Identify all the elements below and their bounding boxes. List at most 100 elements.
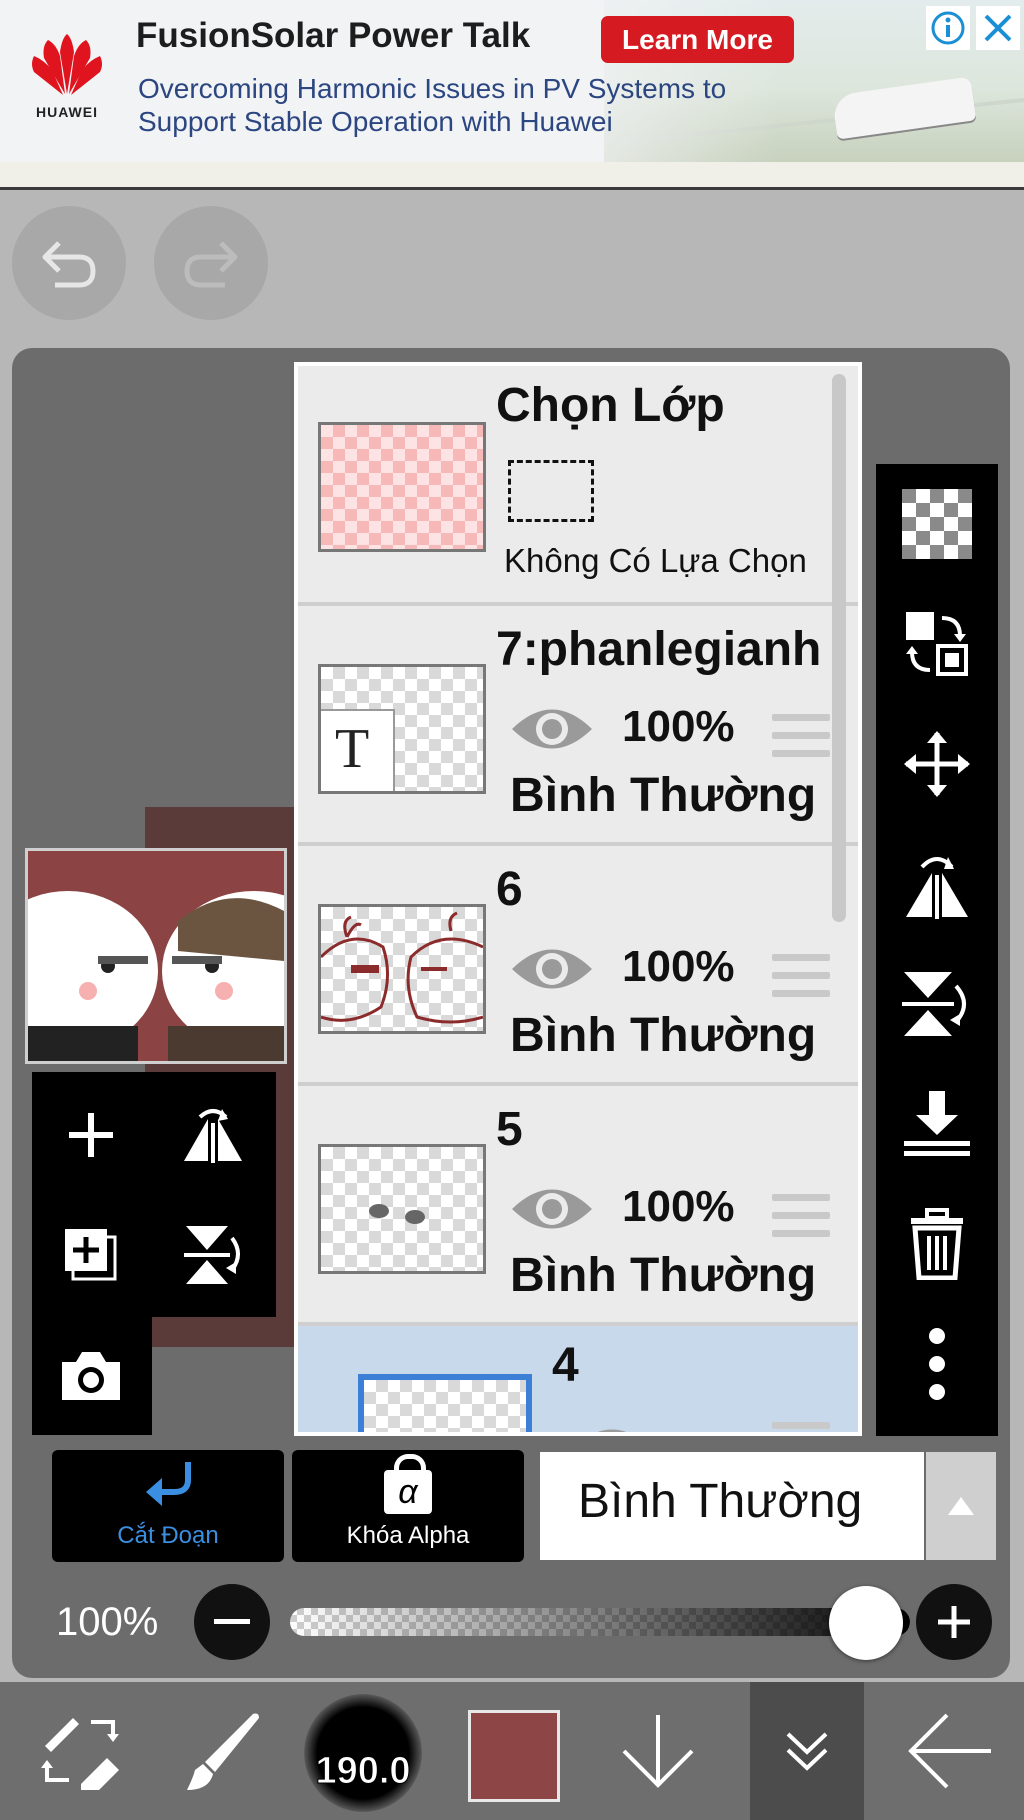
- selection-layer-row[interactable]: Chọn Lớp Không Có Lựa Chọn: [298, 366, 858, 606]
- redo-icon: [184, 241, 238, 288]
- move-button[interactable]: [876, 704, 998, 824]
- alpha-lock-label: Khóa Alpha: [346, 1522, 470, 1549]
- selection-title: Chọn Lớp: [496, 379, 725, 432]
- blend-mode-dropdown-button[interactable]: [926, 1452, 996, 1560]
- swap-layer-button[interactable]: [876, 584, 998, 704]
- visibility-eye-icon[interactable]: [510, 1182, 594, 1236]
- move-icon: [904, 731, 970, 797]
- clipping-icon: [146, 1462, 191, 1506]
- brand-wordmark: HUAWEI: [36, 104, 98, 120]
- selection-status: Không Có Lựa Chọn: [504, 542, 807, 579]
- alpha-lock-button[interactable]: α Khóa Alpha: [292, 1450, 524, 1562]
- drag-handle-icon[interactable]: [772, 1422, 830, 1432]
- back-button[interactable]: [890, 1682, 1010, 1820]
- tool-swap-button[interactable]: [20, 1682, 140, 1820]
- layer-opacity: 100%: [622, 1182, 735, 1231]
- layers-panel-toggle-icon-wrap: [750, 1682, 864, 1820]
- drag-handle-icon[interactable]: [772, 1194, 830, 1246]
- layer-opacity: 100%: [622, 942, 735, 991]
- layer-thumbnail: [358, 1374, 532, 1432]
- artwork-preview: [28, 851, 284, 1061]
- more-icon: [929, 1328, 945, 1400]
- flip-horizontal-button[interactable]: [876, 824, 998, 944]
- learn-more-button[interactable]: Learn More: [601, 16, 794, 63]
- opacity-increase-button[interactable]: [916, 1584, 992, 1660]
- divider: [0, 187, 1024, 190]
- layer-row[interactable]: 5 100% Bình Thường: [298, 1086, 858, 1326]
- info-icon[interactable]: [926, 6, 970, 50]
- swap-layer-icon: [906, 612, 968, 676]
- clipping-label: Cắt Đoạn: [117, 1522, 219, 1549]
- arrow-down-icon: [622, 1715, 694, 1788]
- flip-horizontal-left-button[interactable]: [158, 1080, 268, 1190]
- flip-vertical-icon: [902, 972, 966, 1036]
- left-toolbar: [32, 1072, 276, 1317]
- trash-icon: [911, 1208, 963, 1280]
- visibility-eye-icon[interactable]: [510, 942, 594, 996]
- caret-up-icon: [948, 1497, 974, 1515]
- double-chevron-down-icon: [786, 1732, 828, 1771]
- more-options-button[interactable]: [876, 1304, 998, 1424]
- camera-icon: [62, 1352, 120, 1400]
- left-toolbar-bottom: [32, 1317, 152, 1435]
- layer-blend-mode: Bình Thường: [510, 1009, 817, 1062]
- canvas-preview[interactable]: [25, 848, 287, 1064]
- layer-row-selected[interactable]: 4: [298, 1326, 858, 1432]
- merge-down-button[interactable]: [876, 1064, 998, 1184]
- add-layer-button[interactable]: [36, 1080, 146, 1190]
- layer-name: 6: [496, 863, 523, 916]
- ad-title: FusionSolar Power Talk: [136, 16, 531, 55]
- color-swatch-button[interactable]: [468, 1710, 560, 1802]
- blend-mode-value: Bình Thường: [578, 1475, 863, 1528]
- camera-button[interactable]: [36, 1321, 146, 1431]
- brush-icon: [187, 1713, 259, 1790]
- right-toolbar: [876, 464, 998, 1436]
- layer-row[interactable]: T 7:phanlegianh 100% Bình Thường: [298, 606, 858, 846]
- clipping-button[interactable]: Cắt Đoạn: [52, 1450, 284, 1562]
- redo-button[interactable]: [154, 206, 268, 320]
- transparent-fill-button[interactable]: [876, 464, 998, 584]
- layer-blend-mode: Bình Thường: [510, 1249, 817, 1302]
- minus-icon: [214, 1619, 250, 1624]
- flip-vertical-icon: [184, 1226, 240, 1284]
- plus-icon: [938, 1606, 970, 1638]
- layer-name: 7:phanlegianh: [496, 623, 822, 676]
- brush-tool-button[interactable]: [160, 1682, 280, 1820]
- huawei-logo: HUAWEI: [22, 32, 112, 128]
- visibility-eye-icon[interactable]: [570, 1422, 654, 1432]
- drag-handle-icon[interactable]: [772, 954, 830, 1006]
- add-layer-icon: [69, 1113, 113, 1157]
- selection-thumbnail: [318, 422, 486, 552]
- layers-list[interactable]: Chọn Lớp Không Có Lựa Chọn T 7:phanlegia…: [294, 362, 862, 1436]
- layer-row[interactable]: 6 100% Bình Thường: [298, 846, 858, 1086]
- ad-subtitle: Overcoming Harmonic Issues in PV Systems…: [138, 73, 727, 137]
- layer-opacity: 100%: [622, 702, 735, 751]
- undo-button[interactable]: [12, 206, 126, 320]
- transparency-icon: [902, 489, 972, 559]
- close-icon[interactable]: [976, 6, 1020, 50]
- opacity-slider-thumb[interactable]: [829, 1586, 903, 1660]
- layers-scrollbar[interactable]: [832, 374, 846, 922]
- drag-handle-icon[interactable]: [772, 714, 830, 766]
- ad-banner[interactable]: HUAWEI FusionSolar Power Talk Learn More…: [0, 0, 1024, 162]
- delete-layer-button[interactable]: [876, 1184, 998, 1304]
- opacity-slider[interactable]: [290, 1608, 910, 1636]
- visibility-eye-icon[interactable]: [510, 702, 594, 756]
- arrow-left-icon: [908, 1713, 991, 1789]
- duplicate-layer-icon: [65, 1229, 117, 1281]
- merge-down-icon: [904, 1091, 970, 1156]
- alpha-symbol: α: [384, 1470, 432, 1514]
- flip-horizontal-icon: [184, 1109, 242, 1163]
- layer-blend-mode: Bình Thường: [510, 769, 817, 822]
- duplicate-layer-button[interactable]: [36, 1200, 146, 1310]
- layer-name: 5: [496, 1103, 523, 1156]
- flip-vertical-left-button[interactable]: [158, 1200, 268, 1310]
- brush-size-value: 190.0: [315, 1750, 411, 1793]
- opacity-decrease-button[interactable]: [194, 1584, 270, 1660]
- opacity-label: 100%: [56, 1600, 159, 1644]
- flip-vertical-button[interactable]: [876, 944, 998, 1064]
- layer-down-button[interactable]: [598, 1682, 718, 1820]
- flip-horizontal-icon: [906, 857, 968, 919]
- brush-eraser-swap-icon: [41, 1718, 119, 1790]
- text-layer-icon: T: [335, 718, 370, 780]
